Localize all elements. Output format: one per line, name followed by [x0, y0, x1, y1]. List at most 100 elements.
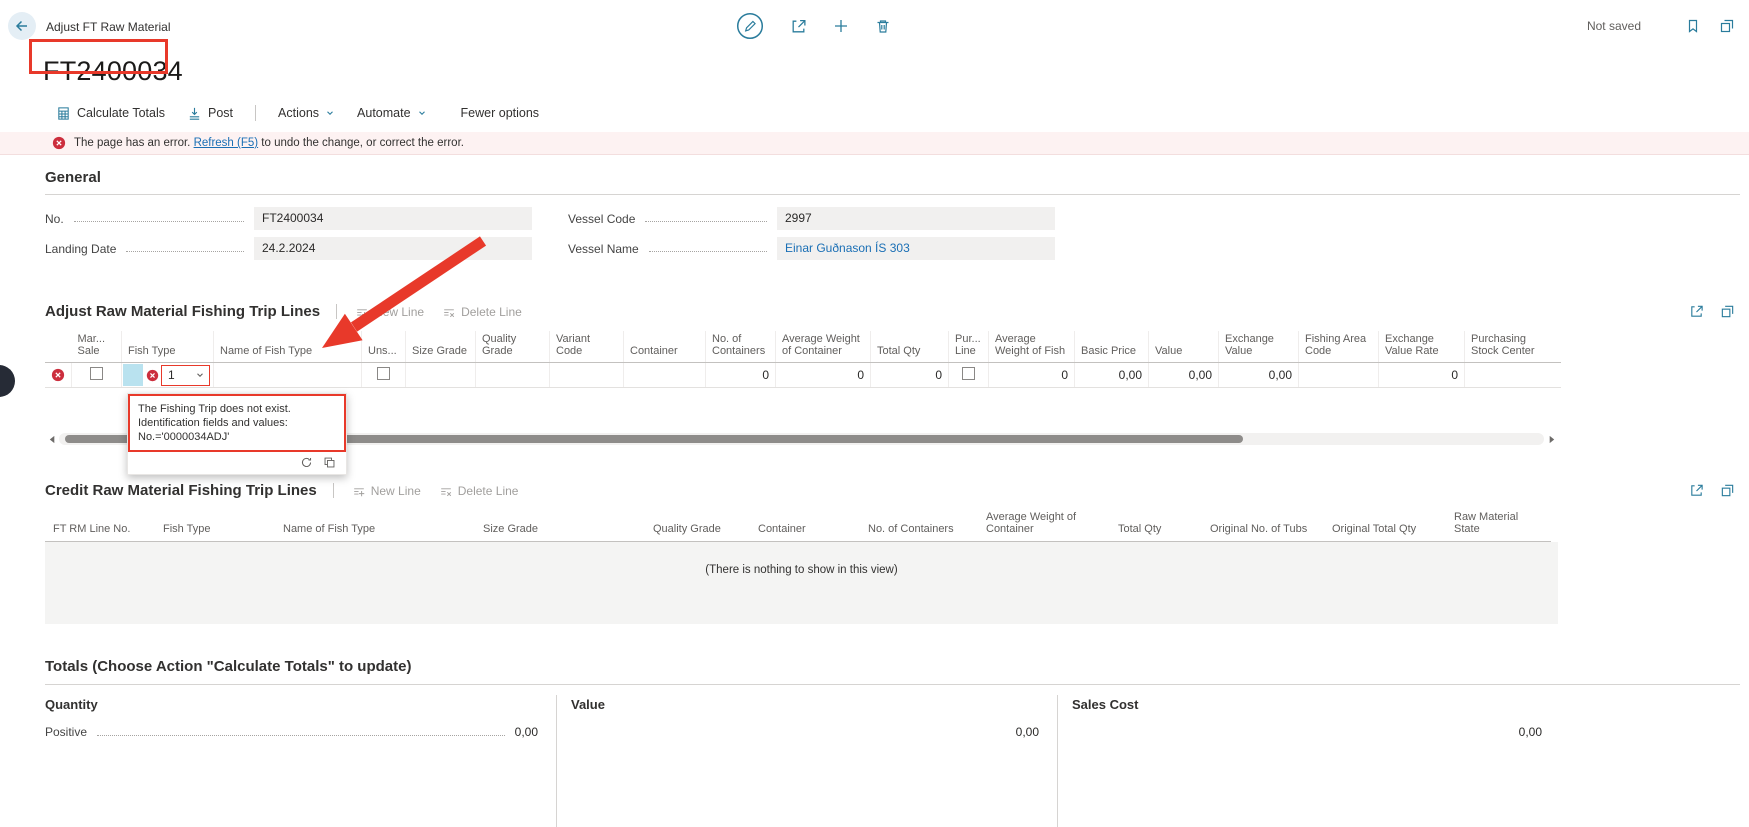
col-container[interactable]: Container [624, 331, 706, 363]
new-line-button[interactable]: New Line [355, 305, 424, 319]
page-title: FT2400034 [43, 56, 1749, 87]
cell-value[interactable]: 0,00 [1149, 363, 1219, 388]
col-basic-price[interactable]: Basic Price [1075, 331, 1149, 363]
dotted-leader [645, 221, 767, 222]
adjust-lines-table: Mar... Sale Fish Type Name of Fish Type … [45, 331, 1561, 388]
col-original-no-of-tubs[interactable]: Original No. of Tubs [1202, 509, 1324, 542]
credit-lines-section: Credit Raw Material Fishing Trip Lines N… [45, 482, 1749, 624]
calculate-totals-button[interactable]: Calculate Totals [56, 106, 165, 121]
cell-no-of-containers[interactable]: 0 [706, 363, 776, 388]
col-no-of-containers[interactable]: No. of Containers [860, 509, 978, 542]
cell-total-qty[interactable]: 0 [871, 363, 949, 388]
bookmark-icon[interactable] [1685, 18, 1701, 34]
share-icon[interactable] [1689, 304, 1704, 319]
cell-fishing-area-code[interactable] [1299, 363, 1379, 388]
back-arrow-icon [14, 18, 30, 34]
scroll-left-arrow[interactable] [45, 432, 59, 446]
error-banner: The page has an error. Refresh (F5) to u… [0, 132, 1749, 155]
mar-sale-checkbox[interactable] [90, 367, 103, 380]
adjust-lines-title[interactable]: Adjust Raw Material Fishing Trip Lines [45, 303, 320, 320]
general-section-title[interactable]: General [45, 169, 1749, 186]
col-fish-type[interactable]: Fish Type [122, 331, 214, 363]
landing-date-input[interactable]: 24.2.2024 [254, 237, 532, 260]
open-in-window-icon[interactable] [1720, 483, 1735, 498]
back-button[interactable] [8, 12, 36, 40]
sales-cost-amount: 0,00 [1519, 725, 1542, 739]
fewer-options-button[interactable]: Fewer options [461, 106, 540, 120]
cell-quality-grade[interactable] [476, 363, 550, 388]
credit-lines-title[interactable]: Credit Raw Material Fishing Trip Lines [45, 482, 317, 499]
cell-avg-weight-of-fish[interactable]: 0 [989, 363, 1075, 388]
share-icon[interactable] [1689, 483, 1704, 498]
field-no: No. FT2400034 [45, 207, 532, 230]
delete-line-button[interactable]: Delete Line [439, 484, 519, 498]
chevron-down-icon [325, 108, 335, 118]
col-fish-type[interactable]: Fish Type [155, 509, 275, 542]
scroll-right-arrow[interactable] [1544, 432, 1558, 446]
vessel-code-input[interactable]: 2997 [777, 207, 1055, 230]
cell-exchange-value-rate[interactable]: 0 [1379, 363, 1465, 388]
cell-avg-weight-of-container[interactable]: 0 [776, 363, 871, 388]
col-raw-material-state[interactable]: Raw Material State [1446, 509, 1551, 542]
new-document-icon[interactable] [833, 18, 849, 34]
col-mar-sale[interactable]: Mar... Sale [72, 331, 122, 363]
new-line-button[interactable]: New Line [352, 484, 421, 498]
col-fishing-area-code[interactable]: Fishing Area Code [1299, 331, 1379, 363]
cell-size-grade[interactable] [406, 363, 476, 388]
fish-type-combobox[interactable]: 1 [161, 365, 210, 386]
col-avg-weight-of-container[interactable]: Average Weight of Container [776, 331, 871, 363]
delete-line-button[interactable]: Delete Line [442, 305, 522, 319]
breadcrumb[interactable]: Adjust FT Raw Material [46, 20, 170, 34]
col-uns[interactable]: Uns... [362, 331, 406, 363]
col-quality-grade[interactable]: Quality Grade [476, 331, 550, 363]
open-in-window-icon[interactable] [1719, 18, 1735, 34]
chevron-down-icon[interactable] [195, 370, 205, 380]
col-avg-weight-of-fish[interactable]: Average Weight of Fish [989, 331, 1075, 363]
col-size-grade[interactable]: Size Grade [475, 509, 645, 542]
col-quality-grade[interactable]: Quality Grade [645, 509, 750, 542]
col-no-of-containers[interactable]: No. of Containers [706, 331, 776, 363]
cell-exchange-value[interactable]: 0,00 [1219, 363, 1299, 388]
col-pur-line[interactable]: Pur... Line [949, 331, 989, 363]
automate-menu[interactable]: Automate [357, 106, 427, 120]
col-variant-code[interactable]: Variant Code [550, 331, 624, 363]
col-original-total-qty[interactable]: Original Total Qty [1324, 509, 1446, 542]
col-name-of-fish-type[interactable]: Name of Fish Type [214, 331, 362, 363]
col-purchasing-stock-center[interactable]: Purchasing Stock Center [1465, 331, 1561, 363]
actions-menu[interactable]: Actions [278, 106, 335, 120]
vessel-name-link[interactable]: Einar Guðnason ÍS 303 [777, 237, 1055, 260]
value-row: 0,00 [571, 722, 1057, 742]
col-avg-weight-of-container[interactable]: Average Weight of Container [978, 509, 1110, 542]
open-in-window-icon[interactable] [1720, 304, 1735, 319]
delete-icon[interactable] [875, 18, 891, 34]
pur-line-checkbox[interactable] [962, 367, 975, 380]
totals-title[interactable]: Totals (Choose Action "Calculate Totals"… [45, 658, 1749, 675]
col-total-qty[interactable]: Total Qty [871, 331, 949, 363]
copy-icon[interactable] [323, 456, 336, 469]
cell-name-of-fish-type[interactable] [214, 363, 362, 388]
col-row-indicator [45, 331, 72, 363]
refresh-icon[interactable] [300, 456, 313, 469]
refresh-link[interactable]: Refresh (F5) [194, 137, 259, 149]
col-exchange-value-rate[interactable]: Exchange Value Rate [1379, 331, 1465, 363]
field-vessel-name: Vessel Name Einar Guðnason ÍS 303 [568, 237, 1055, 260]
empty-view-message: (There is nothing to show in this view) [45, 542, 1558, 624]
uns-checkbox[interactable] [377, 367, 390, 380]
col-ft-rm-line-no[interactable]: FT RM Line No. [45, 509, 155, 542]
col-name-of-fish-type[interactable]: Name of Fish Type [275, 509, 475, 542]
edit-icon[interactable] [736, 12, 764, 40]
col-size-grade[interactable]: Size Grade [406, 331, 476, 363]
cell-container[interactable] [624, 363, 706, 388]
col-exchange-value[interactable]: Exchange Value [1219, 331, 1299, 363]
post-button[interactable]: Post [187, 106, 233, 121]
col-container[interactable]: Container [750, 509, 860, 542]
col-value[interactable]: Value [1149, 331, 1219, 363]
col-total-qty[interactable]: Total Qty [1110, 509, 1202, 542]
no-input[interactable]: FT2400034 [254, 207, 532, 230]
credit-header-row: FT RM Line No. Fish Type Name of Fish Ty… [45, 509, 1551, 542]
cell-variant-code[interactable] [550, 363, 624, 388]
share-icon[interactable] [790, 18, 807, 35]
cell-basic-price[interactable]: 0,00 [1075, 363, 1149, 388]
totals-section: Totals (Choose Action "Calculate Totals"… [45, 658, 1749, 827]
cell-purchasing-stock-center[interactable] [1465, 363, 1561, 388]
